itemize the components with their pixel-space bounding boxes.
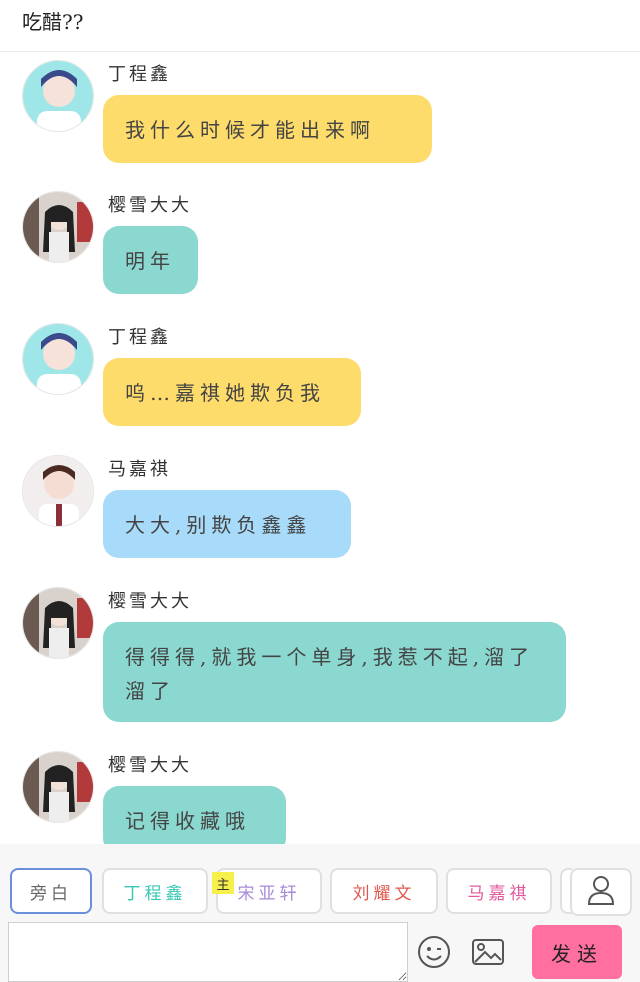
message-bubble: 明年 <box>103 226 198 294</box>
sender-name: 樱雪大大 <box>108 591 192 612</box>
message-bubble: 记得收藏哦 <box>103 786 286 844</box>
message-bubble: 我什么时候才能出来啊 <box>103 95 432 163</box>
user-icon <box>587 875 615 909</box>
chat-message: 丁程鑫 我什么时候才能出来啊 <box>22 56 442 168</box>
message-bubble: 大大,别欺负鑫鑫 <box>103 490 351 558</box>
role-button-liuyaowen[interactable]: 刘耀文 <box>330 868 438 914</box>
role-button-narrator[interactable]: 旁白 <box>10 868 92 914</box>
avatar[interactable] <box>22 587 94 659</box>
user-button[interactable] <box>570 868 632 916</box>
sender-name: 樱雪大大 <box>108 755 192 776</box>
avatar[interactable] <box>22 323 94 395</box>
message-input[interactable] <box>8 922 408 982</box>
avatar[interactable] <box>22 191 94 263</box>
top-text: 吃醋?? <box>0 0 640 52</box>
sender-name: 樱雪大大 <box>108 195 192 216</box>
chat-message: 马嘉祺 大大,别欺负鑫鑫 <box>22 451 382 563</box>
chat-message: 樱雪大大 得得得,就我一个单身,我惹不起,溜了溜了 <box>22 583 582 731</box>
sender-name: 丁程鑫 <box>108 327 171 348</box>
chat-message: 樱雪大大 明年 <box>22 187 222 299</box>
sender-name: 马嘉祺 <box>108 459 171 480</box>
composer-footer: 旁白 丁程鑫 宋亚轩 主 刘耀文 马嘉祺 发送 <box>0 844 640 982</box>
chat-area[interactable]: 丁程鑫 我什么时候才能出来啊 樱雪大大 明年 丁程鑫 呜…嘉祺她欺负我 马嘉祺 … <box>0 52 640 844</box>
emoji-button[interactable] <box>414 934 454 974</box>
avatar[interactable] <box>22 751 94 823</box>
chat-message: 丁程鑫 呜…嘉祺她欺负我 <box>22 319 382 431</box>
send-button[interactable]: 发送 <box>532 925 622 979</box>
host-badge: 主 <box>212 872 234 894</box>
role-button-majiaqi[interactable]: 马嘉祺 <box>446 868 552 914</box>
avatar[interactable] <box>22 60 94 132</box>
emoji-icon <box>417 935 451 973</box>
image-icon <box>471 938 505 970</box>
role-button-dingchengxin[interactable]: 丁程鑫 <box>102 868 208 914</box>
message-bubble: 得得得,就我一个单身,我惹不起,溜了溜了 <box>103 622 566 722</box>
avatar[interactable] <box>22 455 94 527</box>
image-button[interactable] <box>468 934 508 974</box>
message-bubble: 呜…嘉祺她欺负我 <box>103 358 361 426</box>
sender-name: 丁程鑫 <box>108 64 171 85</box>
chat-message: 樱雪大大 记得收藏哦 <box>22 747 322 844</box>
